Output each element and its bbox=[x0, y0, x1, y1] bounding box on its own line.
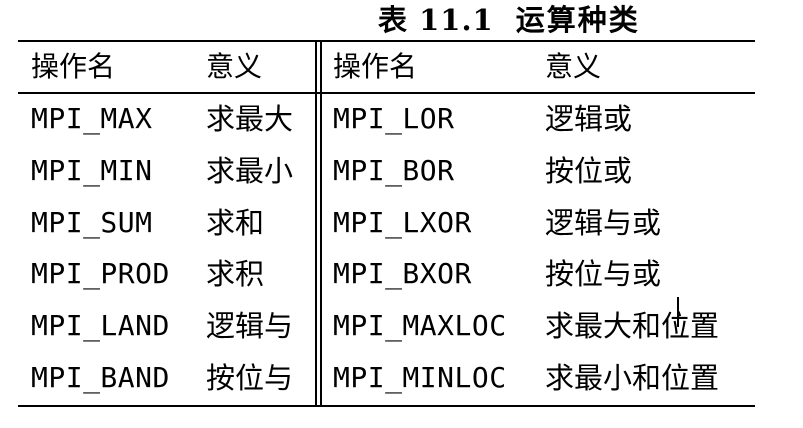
row-left-op: MPI_MAX bbox=[31, 102, 153, 135]
row-left-op: MPI_LAND bbox=[31, 309, 170, 342]
row-left-meaning: 求最小 bbox=[206, 154, 294, 188]
table-caption-label: 表 11.1 bbox=[378, 3, 494, 37]
row-right-op: MPI_MAXLOC bbox=[333, 309, 507, 342]
operations-table: 操作名 意义 操作名 意义 MPI_MAX 求最大 MPI_LOR 逻辑或 MP… bbox=[18, 40, 755, 410]
row-right-op: MPI_BXOR bbox=[333, 257, 472, 290]
row-left-meaning: 逻辑与 bbox=[206, 309, 294, 343]
header-right-meaning: 意义 bbox=[545, 50, 602, 83]
bottom-rule bbox=[18, 405, 755, 407]
row-left-meaning: 求和 bbox=[206, 206, 265, 240]
header-right-name: 操作名 bbox=[333, 50, 418, 83]
row-left-meaning: 按位与 bbox=[206, 361, 294, 395]
table-caption: 表 11.1 运算种类 bbox=[378, 0, 678, 44]
row-right-meaning: 按位与或 bbox=[545, 257, 662, 291]
row-right-op: MPI_LXOR bbox=[333, 206, 472, 239]
row-left-meaning: 求积 bbox=[206, 257, 265, 291]
row-left-op: MPI_MIN bbox=[31, 154, 153, 187]
row-left-op: MPI_SUM bbox=[31, 206, 153, 239]
row-right-meaning: 按位或 bbox=[545, 154, 633, 188]
row-right-op: MPI_BOR bbox=[333, 154, 455, 187]
row-right-meaning: 逻辑或 bbox=[545, 102, 633, 136]
double-divider-left bbox=[315, 40, 317, 407]
row-left-op: MPI_PROD bbox=[31, 257, 170, 290]
header-left-name: 操作名 bbox=[31, 50, 116, 83]
top-rule bbox=[18, 40, 755, 42]
row-right-op: MPI_MINLOC bbox=[333, 361, 507, 394]
header-left-meaning: 意义 bbox=[206, 50, 263, 83]
table-caption-title: 运算种类 bbox=[515, 3, 640, 37]
row-right-meaning: 求最大和位置 bbox=[545, 309, 720, 343]
row-right-meaning: 逻辑与或 bbox=[545, 206, 662, 240]
double-divider-right bbox=[320, 40, 322, 407]
row-left-meaning: 求最大 bbox=[206, 102, 294, 136]
row-right-meaning: 求最小和位置 bbox=[545, 361, 720, 395]
header-rule bbox=[18, 92, 755, 94]
text-cursor bbox=[677, 297, 679, 327]
row-right-op: MPI_LOR bbox=[333, 102, 455, 135]
row-left-op: MPI_BAND bbox=[31, 361, 170, 394]
